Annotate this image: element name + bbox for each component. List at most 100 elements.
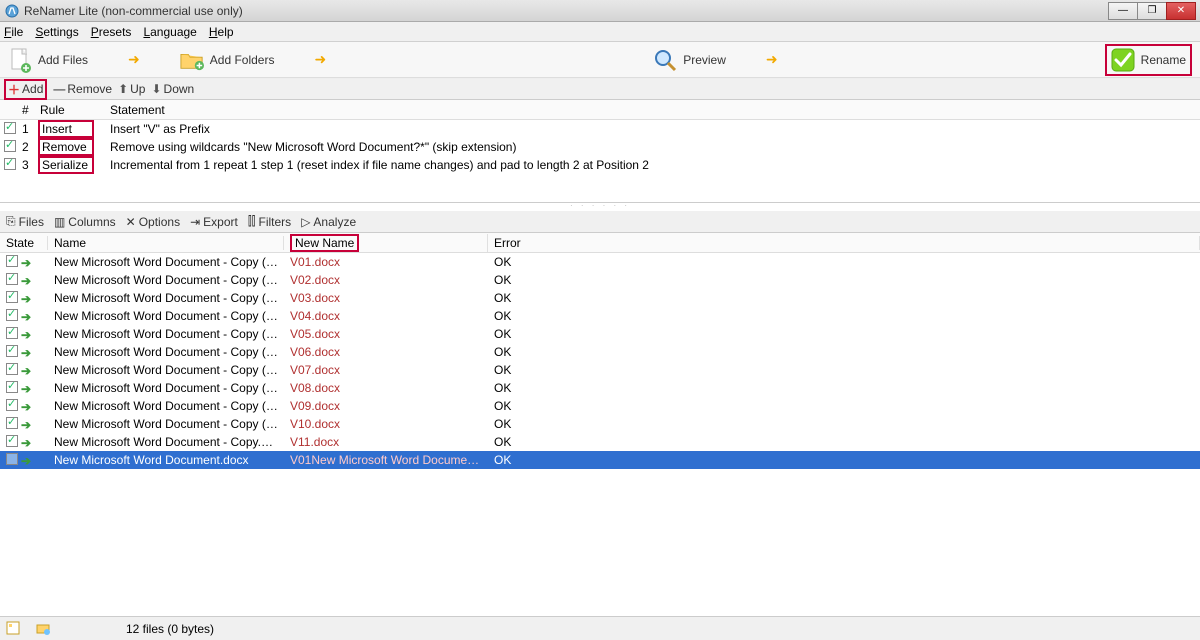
file-row[interactable]: ➔New Microsoft Word Document - Copy (8).… <box>0 397 1200 415</box>
status-text: 12 files (0 bytes) <box>126 622 214 636</box>
add-folders-button[interactable]: Add Folders <box>180 48 275 72</box>
file-state: ➔ <box>0 399 48 414</box>
menu-presets[interactable]: Presets <box>91 25 132 39</box>
file-row[interactable]: ➔New Microsoft Word Document - Copy (4).… <box>0 325 1200 343</box>
rule-row[interactable]: 1InsertInsert "V" as Prefix <box>0 120 1200 138</box>
file-row[interactable]: ➔ New Microsoft Word Document - Copy (6).… <box>0 361 1200 379</box>
file-row[interactable]: ➔New Microsoft Word Document - Copy (11)… <box>0 271 1200 289</box>
files-btn-columns[interactable]: ▥Columns <box>54 215 116 229</box>
file-name: New Microsoft Word Document - Copy (5).d… <box>48 345 284 359</box>
file-newname: V11.docx <box>284 435 488 449</box>
arrow-icon: ➔ <box>21 436 31 450</box>
arrow-icon: ➔ <box>21 454 31 468</box>
statusbar: 12 files (0 bytes) <box>0 616 1200 640</box>
arrow-icon: ➔ <box>21 364 31 378</box>
file-name: New Microsoft Word Document - Copy (6).d… <box>48 363 284 377</box>
file-row[interactable]: ➔New Microsoft Word Document.docxV01New … <box>0 451 1200 469</box>
menu-file[interactable]: File <box>4 25 23 39</box>
file-error: OK <box>488 291 1200 305</box>
menu-language[interactable]: Language <box>143 25 196 39</box>
file-row[interactable]: ➔New Microsoft Word Document - Copy (5).… <box>0 343 1200 361</box>
file-row[interactable]: ➔New Microsoft Word Document - Copy.docx… <box>0 433 1200 451</box>
files-btn-export[interactable]: ⇥Export <box>190 215 238 229</box>
file-checkbox[interactable] <box>6 255 18 267</box>
rule-checkbox[interactable] <box>4 140 16 152</box>
file-row[interactable]: ➔New Microsoft Word Document - Copy (7).… <box>0 379 1200 397</box>
rules-list: 1InsertInsert "V" as Prefix2RemoveRemove… <box>0 120 1200 203</box>
files-btn-files[interactable]: ⎘Files <box>6 214 44 229</box>
files-col-name[interactable]: Name <box>48 236 284 250</box>
arrow-icon: ➔ <box>21 256 31 270</box>
preview-button[interactable]: Preview <box>653 48 726 72</box>
files-col-state[interactable]: State <box>0 236 48 250</box>
file-checkbox[interactable] <box>6 291 18 303</box>
file-checkbox[interactable] <box>6 417 18 429</box>
splitter-handle[interactable]: · · · · · · <box>0 203 1200 211</box>
file-row[interactable]: ➔New Microsoft Word Document - Copy (9).… <box>0 415 1200 433</box>
add-files-button[interactable]: Add Files <box>8 48 88 72</box>
file-error: OK <box>488 345 1200 359</box>
file-row[interactable]: ➔New Microsoft Word Document - Copy (3).… <box>0 307 1200 325</box>
status-icon-1[interactable] <box>6 621 22 637</box>
file-row[interactable]: ➔New Microsoft Word Document - Copy (2).… <box>0 289 1200 307</box>
menu-help[interactable]: Help <box>209 25 234 39</box>
file-checkbox[interactable] <box>6 399 18 411</box>
rule-row[interactable]: 3SerializeIncremental from 1 repeat 1 st… <box>0 156 1200 174</box>
rule-row[interactable]: 2RemoveRemove using wildcards "New Micro… <box>0 138 1200 156</box>
rule-remove-button[interactable]: — Remove <box>53 82 112 96</box>
rules-col-rule[interactable]: Rule <box>40 103 110 117</box>
files-col-newname[interactable]: New Name <box>284 234 488 252</box>
maximize-button[interactable]: ❐ <box>1137 2 1167 20</box>
rules-col-num[interactable]: # <box>22 103 40 117</box>
file-checkbox[interactable] <box>6 363 18 375</box>
file-checkbox[interactable] <box>6 453 18 465</box>
rule-statement: Remove using wildcards "New Microsoft Wo… <box>110 140 1196 154</box>
files-btn-analyze[interactable]: ▷Analyze <box>301 215 356 229</box>
rule-statement: Incremental from 1 repeat 1 step 1 (rese… <box>110 158 1196 172</box>
files-col-error[interactable]: Error <box>488 236 1200 250</box>
rules-col-statement[interactable]: Statement <box>110 103 1196 117</box>
file-checkbox[interactable] <box>6 435 18 447</box>
file-name: New Microsoft Word Document - Copy (10).… <box>48 255 284 269</box>
minimize-button[interactable]: — <box>1108 2 1138 20</box>
rule-type: Serialize <box>40 156 110 174</box>
arrow-icon: ➔ <box>21 274 31 288</box>
file-checkbox[interactable] <box>6 381 18 393</box>
rule-checkbox[interactable] <box>4 158 16 170</box>
rule-add-label: Add <box>22 82 43 96</box>
arrow-icon: ➔ <box>21 418 31 432</box>
rule-checkbox[interactable] <box>4 122 16 134</box>
file-state: ➔ <box>0 435 48 450</box>
files-list[interactable]: ➔ New Microsoft Word Document - Copy (10)… <box>0 253 1200 616</box>
file-newname: V09.docx <box>284 399 488 413</box>
files-btn-filters[interactable]: ⫿⫿Filters <box>248 214 291 229</box>
rule-up-button[interactable]: ⬆ Up <box>118 82 145 96</box>
file-checkbox[interactable] <box>6 273 18 285</box>
file-newname: V08.docx <box>284 381 488 395</box>
rule-down-button[interactable]: ⬇ Down <box>151 82 194 96</box>
file-checkbox[interactable] <box>6 309 18 321</box>
main-toolbar: Add Files ➜ Add Folders ➜ Preview ➜ Rena… <box>0 42 1200 78</box>
folder-add-icon <box>180 48 204 72</box>
file-state: ➔ <box>0 255 48 270</box>
file-state: ➔ <box>0 453 48 468</box>
files-btn-options[interactable]: ✕Options <box>126 215 180 229</box>
status-icon-2[interactable] <box>36 621 52 637</box>
menubar: File Settings Presets Language Help <box>0 22 1200 42</box>
up-arrow-icon: ⬆ <box>118 82 128 96</box>
file-checkbox[interactable] <box>6 327 18 339</box>
arrow-icon: ➔ <box>21 310 31 324</box>
file-checkbox[interactable] <box>6 345 18 357</box>
plus-icon: ＋ <box>8 81 20 98</box>
rule-add-button[interactable]: ＋ Add <box>4 79 47 100</box>
file-error: OK <box>488 381 1200 395</box>
menu-settings[interactable]: Settings <box>35 25 78 39</box>
files-icon: ⎘ <box>6 214 16 229</box>
close-button[interactable]: ✕ <box>1166 2 1196 20</box>
file-state: ➔ <box>0 345 48 360</box>
rename-button[interactable]: Rename <box>1105 44 1192 76</box>
file-row[interactable]: ➔ New Microsoft Word Document - Copy (10)… <box>0 253 1200 271</box>
file-state: ➔ <box>0 309 48 324</box>
export-icon: ⇥ <box>190 215 200 229</box>
file-state: ➔ <box>0 273 48 288</box>
